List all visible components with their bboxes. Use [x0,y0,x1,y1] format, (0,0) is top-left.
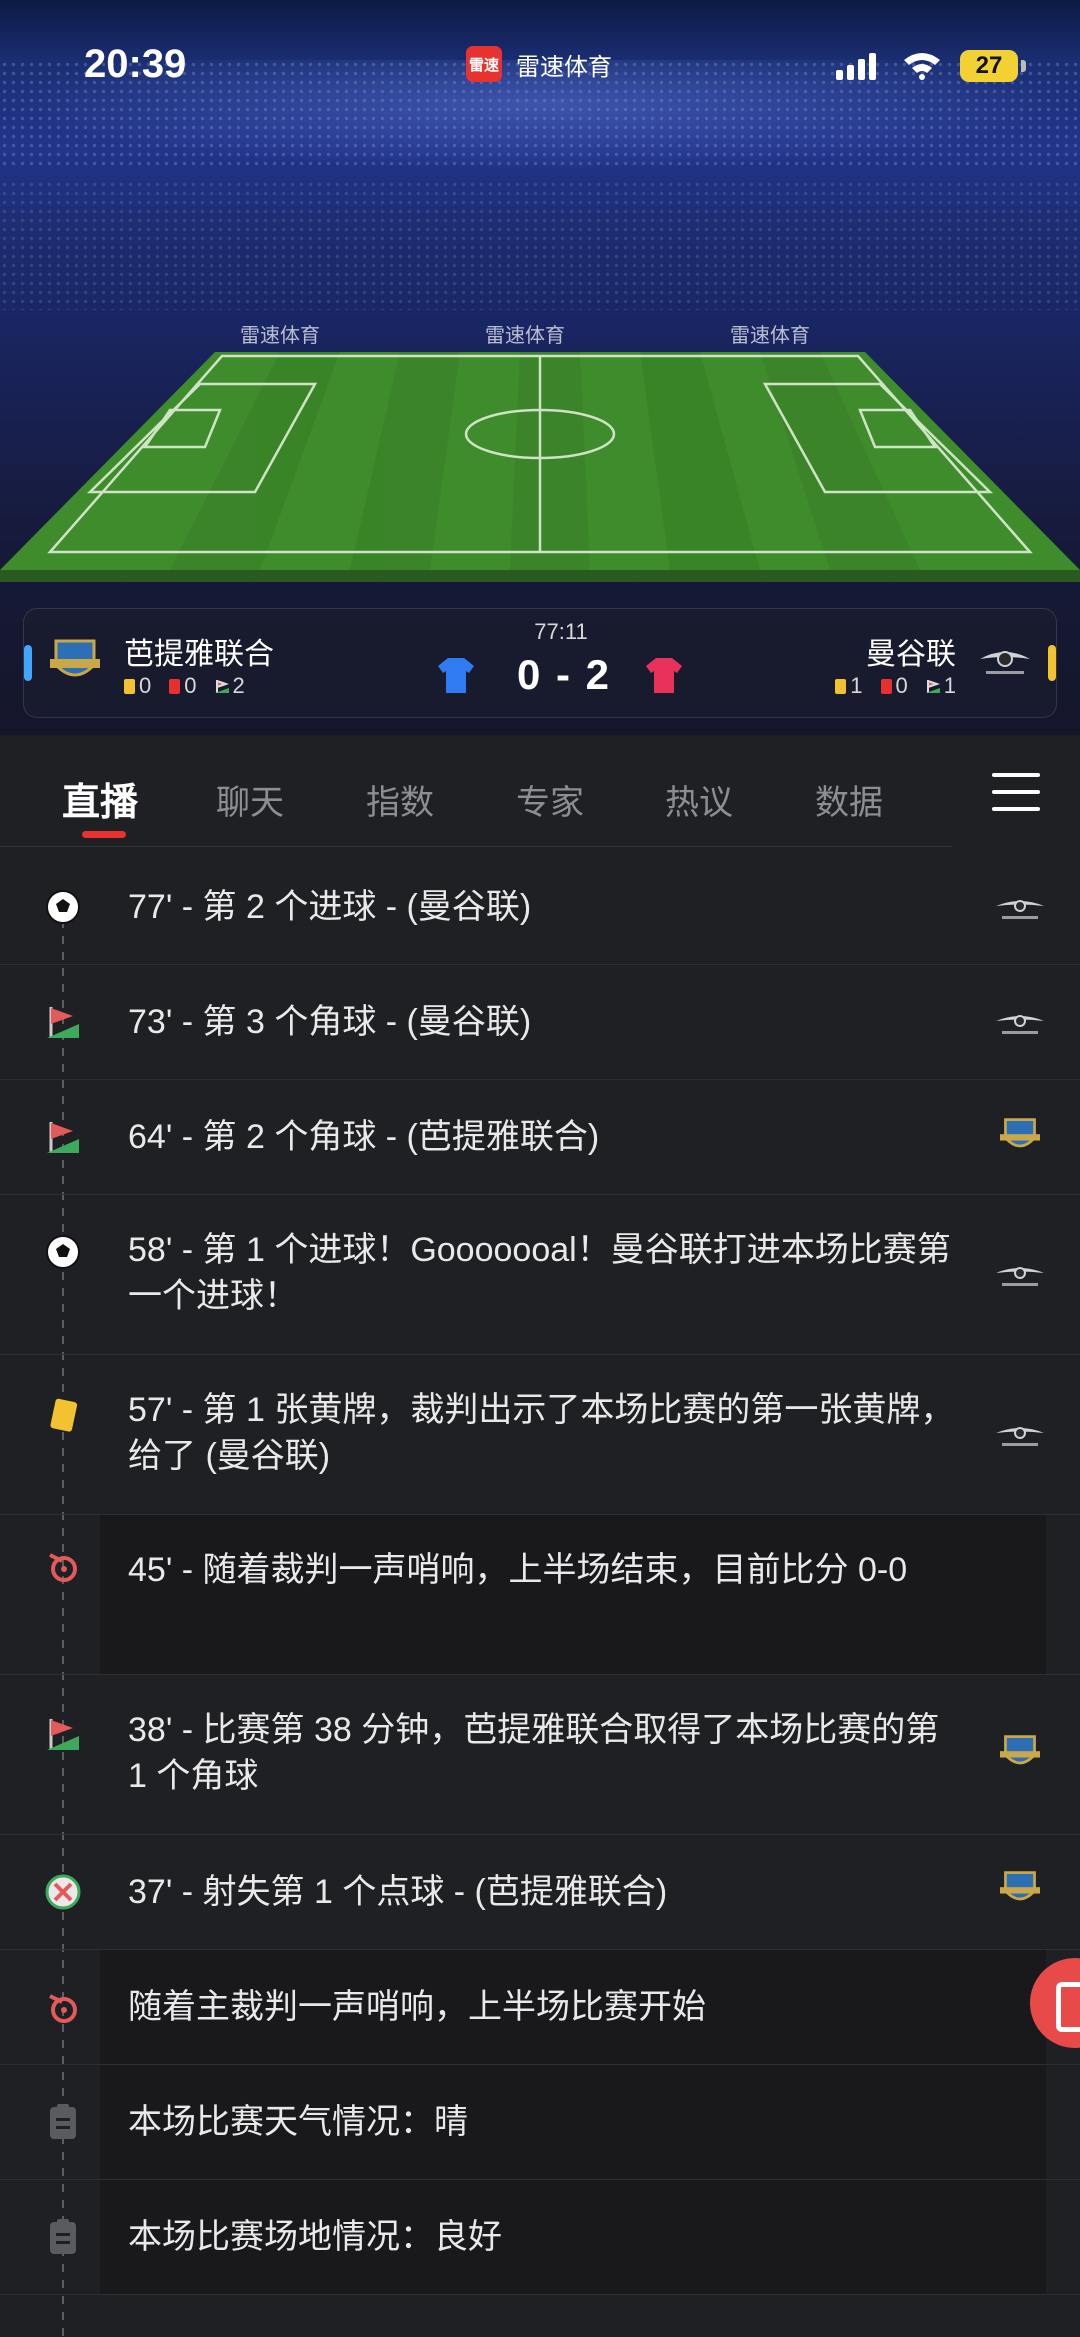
list-item[interactable]: 64' - 第 2 个角球 - (芭提雅联合) [0,1080,1080,1195]
match-score: 0 - 2 [516,651,612,698]
battery-indicator: 27 [960,50,1026,82]
home-team-badge-icon [1000,1735,1040,1765]
svg-text:雷速体育: 雷速体育 [485,324,565,347]
home-corner-count: 2 [232,673,245,698]
cellular-signal-icon [836,50,876,80]
event-text: 57' - 第 1 张黄牌，裁判出示了本场比赛的第一张黄牌，给了 (曼谷联) [128,1391,955,1475]
football-pitch: 雷速体育 雷速体育 雷速体育 [0,324,1080,582]
away-team-badge-icon [996,1427,1044,1446]
list-item[interactable]: 本场比赛天气情况：晴 [0,2065,1080,2180]
yellow-card-icon [44,1395,82,1433]
status-bar: 20:39 雷速 雷速体育 27 [0,0,1080,135]
list-item[interactable]: 77' - 第 2 个进球 - (曼谷联) [0,850,1080,965]
tab-data[interactable]: 数据 [815,775,883,824]
home-yellow-count: 0 [139,673,152,698]
tab-divider [0,846,952,847]
whistle-icon [44,1988,82,2026]
corner-flag-icon [925,679,940,693]
away-yellow-count: 1 [850,673,863,698]
home-team-name: 芭提雅联合 [124,638,274,671]
app-name: 雷速体育 [516,53,612,81]
away-color-bar [1048,645,1056,681]
event-text: 本场比赛天气情况：晴 [128,2103,468,2141]
list-item[interactable]: 45' - 随着裁判一声哨响，上半场结束，目前比分 0-0 [0,1515,1080,1675]
list-item[interactable]: 本场比赛场地情况：良好 [0,2180,1080,2295]
tab-chat[interactable]: 聊天 [216,775,284,824]
yellow-card-icon [835,678,847,694]
list-item[interactable]: 73' - 第 3 个角球 - (曼谷联) [0,965,1080,1080]
tab-live[interactable]: 直播 [62,771,138,826]
live-events-list: 77' - 第 2 个进球 - (曼谷联) 73' - 第 3 个角球 - (曼… [0,850,1080,2337]
home-team-badge-icon [1000,1871,1040,1901]
stadium-crowd-lower [0,180,1080,310]
yellow-card-icon [124,678,135,694]
corner-flag-icon [44,1715,82,1753]
tab-discussion[interactable]: 热议 [665,775,733,824]
menu-icon[interactable] [992,773,1040,813]
away-team-name: 曼谷联 [866,638,956,671]
list-item[interactable]: 37' - 射失第 1 个点球 - (芭提雅联合) [0,1835,1080,1950]
match-clock: 77:11 [534,619,588,644]
away-team-badge-icon [996,900,1044,919]
app-brand: 雷速 雷速体育 [466,46,612,82]
list-item[interactable]: 随着主裁判一声哨响，上半场比赛开始 [0,1950,1080,2065]
event-text: 38' - 比赛第 38 分钟，芭提雅联合取得了本场比赛的第 1 个角球 [128,1711,940,1795]
whistle-icon [44,1547,82,1585]
away-team-badge-icon [996,1015,1044,1034]
wifi-icon [904,53,940,80]
home-team-crest-icon [50,639,100,677]
away-team-badge-icon [996,1267,1044,1286]
tab-experts[interactable]: 专家 [516,775,584,824]
corner-flag-icon [44,1003,82,1041]
status-time: 20:39 [84,42,187,86]
corner-flag-icon [214,679,229,693]
clipboard-icon [44,2103,82,2141]
list-item[interactable]: 58' - 第 1 个进球！Gooooooal！曼谷联打进本场比赛第一个进球！ [0,1195,1080,1355]
event-text: 73' - 第 3 个角球 - (曼谷联) [128,1003,532,1041]
active-tab-indicator [82,831,126,838]
away-team-stats: 1 0 1 [835,673,956,699]
tab-odds[interactable]: 指数 [366,775,434,824]
ad-boards: 雷速体育 雷速体育 雷速体育 [240,324,810,347]
event-text: 64' - 第 2 个角球 - (芭提雅联合) [128,1118,600,1156]
football-icon [44,888,82,926]
event-text: 58' - 第 1 个进球！Gooooooal！曼谷联打进本场比赛第一个进球！ [128,1231,951,1315]
scoreboard[interactable]: 芭提雅联合 0 0 2 77:11 0 - 2 曼谷联 1 0 1 [23,608,1057,718]
list-item[interactable]: 38' - 比赛第 38 分钟，芭提雅联合取得了本场比赛的第 1 个角球 [0,1675,1080,1835]
corner-flag-icon [44,1118,82,1156]
home-team-badge-icon [1000,1118,1040,1148]
home-team-stats: 0 0 2 [124,673,245,699]
event-text: 本场比赛场地情况：良好 [128,2218,502,2256]
svg-text:雷速体育: 雷速体育 [730,324,810,347]
list-item[interactable]: 57' - 第 1 张黄牌，裁判出示了本场比赛的第一张黄牌，给了 (曼谷联) [0,1355,1080,1515]
home-red-count: 0 [184,673,197,698]
clipboard-icon [44,2218,82,2256]
home-color-bar [24,645,32,681]
away-team-crest-icon [980,651,1030,674]
football-icon [44,1233,82,1271]
away-corner-count: 1 [943,673,956,698]
tab-bar: 直播 聊天 指数 专家 热议 数据 [0,735,1080,847]
app-logo: 雷速 [466,46,502,82]
home-kit-icon [438,658,474,693]
missed-penalty-icon [44,1873,82,1911]
event-text: 77' - 第 2 个进球 - (曼谷联) [128,888,532,926]
event-text: 随着主裁判一声哨响，上半场比赛开始 [128,1988,706,2026]
event-text: 37' - 射失第 1 个点球 - (芭提雅联合) [128,1873,668,1911]
away-kit-icon [646,658,682,693]
event-text: 45' - 随着裁判一声哨响，上半场结束，目前比分 0-0 [128,1551,908,1589]
svg-text:雷速体育: 雷速体育 [240,324,320,347]
red-card-icon [880,678,892,694]
red-card-icon [169,678,181,694]
away-red-count: 0 [895,673,908,698]
